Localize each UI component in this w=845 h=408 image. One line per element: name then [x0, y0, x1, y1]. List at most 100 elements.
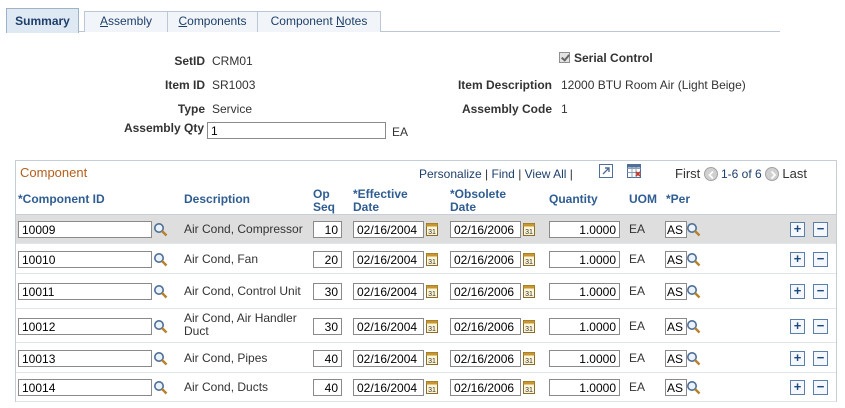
delete-row-button[interactable]: − [813, 380, 828, 395]
table-row: Air Cond, Compressor 31 31 EA +− [16, 215, 836, 244]
delete-row-button[interactable]: − [813, 222, 828, 237]
obsolete-date-input[interactable] [450, 318, 521, 335]
per-input[interactable] [665, 221, 687, 238]
magnifier-icon[interactable] [686, 380, 701, 398]
magnifier-icon[interactable] [686, 351, 701, 369]
calendar-icon[interactable]: 31 [426, 351, 438, 368]
delete-row-button[interactable]: − [813, 252, 828, 267]
add-row-button[interactable]: + [790, 222, 805, 237]
col-component-id[interactable]: *Component ID [18, 193, 105, 206]
tab-assembly[interactable]: Assembly [84, 11, 168, 32]
effective-date-input[interactable] [353, 318, 424, 335]
op-seq-input[interactable] [313, 318, 342, 335]
delete-row-button[interactable]: − [813, 351, 828, 366]
assembly-code-value: 1 [561, 102, 568, 116]
obsolete-date-input[interactable] [450, 350, 521, 367]
col-effective-date[interactable]: *Effective Date [353, 188, 408, 214]
component-id-input[interactable] [18, 221, 152, 238]
calendar-icon[interactable]: 31 [426, 284, 438, 301]
obsolete-date-input[interactable] [450, 283, 521, 300]
component-description: Air Cond, Control Unit [184, 284, 301, 298]
op-seq-input[interactable] [313, 251, 342, 268]
chevron-right-icon[interactable] [765, 167, 780, 181]
calendar-icon[interactable]: 31 [523, 222, 535, 239]
delete-row-button[interactable]: − [813, 284, 828, 299]
component-description: Air Cond, Pipes [184, 351, 268, 365]
per-input[interactable] [665, 379, 687, 396]
quantity-input[interactable] [549, 379, 620, 396]
calendar-icon[interactable]: 31 [426, 222, 438, 239]
effective-date-input[interactable] [353, 221, 424, 238]
svg-text:31: 31 [525, 387, 533, 394]
calendar-icon[interactable]: 31 [426, 380, 438, 397]
svg-text:31: 31 [428, 358, 436, 365]
quantity-input[interactable] [549, 283, 620, 300]
col-op-seq[interactable]: Op Seq [313, 188, 335, 214]
add-row-button[interactable]: + [790, 319, 805, 334]
add-row-button[interactable]: + [790, 351, 805, 366]
component-id-input[interactable] [18, 318, 152, 335]
col-uom[interactable]: UOM [629, 193, 657, 206]
assembly-qty-input[interactable] [207, 122, 386, 139]
magnifier-icon[interactable] [153, 252, 168, 270]
view-all-link[interactable]: View All [525, 167, 567, 181]
magnifier-icon[interactable] [686, 222, 701, 240]
quantity-input[interactable] [549, 221, 620, 238]
magnifier-icon[interactable] [153, 380, 168, 398]
magnifier-icon[interactable] [153, 284, 168, 302]
magnifier-icon[interactable] [686, 252, 701, 270]
component-id-input[interactable] [18, 379, 152, 396]
magnifier-icon[interactable] [686, 284, 701, 302]
serial-control-checkbox[interactable] [559, 52, 570, 63]
tab-component-notes[interactable]: Component Notes [257, 11, 381, 32]
effective-date-input[interactable] [353, 379, 424, 396]
chevron-left-icon[interactable] [703, 167, 718, 181]
obsolete-date-input[interactable] [450, 221, 521, 238]
add-row-button[interactable]: + [790, 252, 805, 267]
effective-date-input[interactable] [353, 283, 424, 300]
calendar-icon[interactable]: 31 [523, 380, 535, 397]
tab-summary[interactable]: Summary [6, 8, 79, 33]
op-seq-input[interactable] [313, 379, 342, 396]
obsolete-date-input[interactable] [450, 251, 521, 268]
add-row-button[interactable]: + [790, 380, 805, 395]
op-seq-input[interactable] [313, 283, 342, 300]
op-seq-input[interactable] [313, 221, 342, 238]
magnifier-icon[interactable] [153, 222, 168, 240]
quantity-input[interactable] [549, 350, 620, 367]
add-row-button[interactable]: + [790, 284, 805, 299]
per-input[interactable] [665, 251, 687, 268]
effective-date-input[interactable] [353, 251, 424, 268]
component-id-input[interactable] [18, 283, 152, 300]
per-input[interactable] [665, 350, 687, 367]
magnifier-icon[interactable] [686, 319, 701, 337]
component-id-input[interactable] [18, 251, 152, 268]
delete-row-button[interactable]: − [813, 319, 828, 334]
calendar-icon[interactable]: 31 [523, 252, 535, 269]
calendar-icon[interactable]: 31 [523, 319, 535, 336]
quantity-input[interactable] [549, 251, 620, 268]
effective-date-input[interactable] [353, 350, 424, 367]
col-per[interactable]: *Per [666, 193, 690, 206]
obsolete-date-input[interactable] [450, 379, 521, 396]
download-spreadsheet-icon[interactable] [627, 164, 641, 179]
calendar-icon[interactable]: 31 [523, 284, 535, 301]
col-obsolete-date[interactable]: *Obsolete Date [450, 188, 506, 214]
zoom-icon[interactable] [599, 164, 613, 178]
col-quantity[interactable]: Quantity [549, 193, 598, 206]
tab-components[interactable]: Components [167, 11, 258, 32]
per-input[interactable] [665, 318, 687, 335]
magnifier-icon[interactable] [153, 351, 168, 369]
personalize-link[interactable]: Personalize [419, 167, 482, 181]
last-label: Last [782, 166, 807, 181]
magnifier-icon[interactable] [153, 319, 168, 337]
calendar-icon[interactable]: 31 [426, 252, 438, 269]
find-link[interactable]: Find [492, 167, 515, 181]
col-description[interactable]: Description [184, 193, 250, 206]
component-id-input[interactable] [18, 350, 152, 367]
op-seq-input[interactable] [313, 350, 342, 367]
calendar-icon[interactable]: 31 [426, 319, 438, 336]
calendar-icon[interactable]: 31 [523, 351, 535, 368]
per-input[interactable] [665, 283, 687, 300]
quantity-input[interactable] [549, 318, 620, 335]
